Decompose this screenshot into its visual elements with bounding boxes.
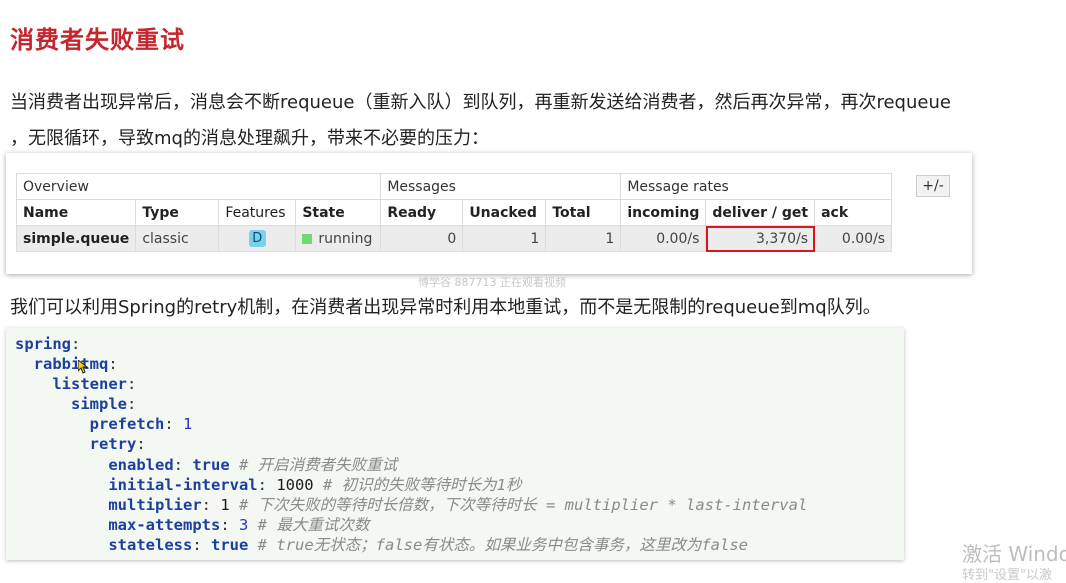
- column-toggle-button[interactable]: +/-: [916, 175, 950, 197]
- code-key-max-attempts: max-attempts: [108, 515, 221, 534]
- running-status-icon: [302, 233, 313, 244]
- col-features[interactable]: Features: [218, 199, 297, 226]
- queue-ack-rate: 0.00/s: [814, 225, 893, 252]
- intro-paragraph-line1: 当消费者出现异常后，消息会不断requeue（重新入队）到队列，再重新发送给消费…: [10, 92, 951, 113]
- durable-badge: D: [248, 230, 266, 247]
- code-comment-multiplier: # 下次失败的等待时长倍数，下次等待时长 = multiplier * last…: [239, 495, 808, 514]
- mouse-cursor-icon: [78, 360, 88, 374]
- queue-name-link[interactable]: simple.queue: [15, 225, 137, 252]
- code-comment-initial-interval: # 初识的失败等待时长为1秒: [322, 475, 522, 494]
- code-val-prefetch: 1: [182, 415, 193, 434]
- col-unacked[interactable]: Unacked: [462, 199, 547, 226]
- intro-paragraph-line2: ，无限循环，导致mq的消息处理飙升，带来不必要的压力：: [10, 128, 489, 149]
- code-comment-enabled: # 开启消费者失败重试: [239, 455, 398, 474]
- yaml-code-block: spring: rabbitmq: listener: simple: pref…: [6, 328, 904, 560]
- group-overview: Overview: [15, 173, 382, 200]
- code-key-retry: retry: [89, 435, 137, 454]
- col-ready[interactable]: Ready: [380, 199, 464, 226]
- queue-ready: 0: [380, 225, 464, 252]
- group-message-rates: Message rates: [620, 173, 893, 200]
- code-val-enabled: true: [192, 455, 230, 474]
- col-deliver-get[interactable]: deliver / get: [705, 199, 816, 226]
- code-key-enabled: enabled: [108, 455, 174, 474]
- code-key-listener: listener: [52, 375, 127, 394]
- retry-paragraph: 我们可以利用Spring的retry机制，在消费者出现异常时利用本地重试，而不是…: [10, 297, 881, 318]
- col-ack[interactable]: ack: [814, 199, 893, 226]
- col-total[interactable]: Total: [545, 199, 622, 226]
- queue-state-label: running: [318, 230, 373, 247]
- col-incoming[interactable]: incoming: [620, 199, 707, 226]
- queue-incoming-rate: 0.00/s: [620, 225, 707, 252]
- queue-unacked: 1: [462, 225, 547, 252]
- col-name[interactable]: Name: [15, 199, 137, 226]
- queue-state: running: [295, 225, 382, 252]
- page-title: 消费者失败重试: [10, 26, 185, 54]
- queue-deliver-get-rate: 3,370/s: [705, 225, 816, 252]
- table-row[interactable]: simple.queue classic D running 0 1 1 0.0…: [15, 225, 893, 252]
- code-key-multiplier: multiplier: [108, 495, 202, 514]
- queue-type: classic: [135, 225, 220, 252]
- video-watermark: 博学谷 887713 正在观看视频: [418, 276, 566, 289]
- col-state[interactable]: State: [295, 199, 382, 226]
- code-key-spring: spring: [15, 335, 71, 353]
- rabbitmq-queue-panel: Overview Messages Message rates Name Typ…: [6, 153, 972, 274]
- code-val-stateless: true: [211, 535, 249, 554]
- code-comment-stateless: # true无状态；false有状态。如果业务中包含事务，这里改为false: [257, 535, 748, 554]
- col-type[interactable]: Type: [135, 199, 220, 226]
- queue-total: 1: [545, 225, 622, 252]
- code-comment-max-attempts: # 最大重试次数: [257, 515, 370, 534]
- queue-features: D: [218, 225, 297, 252]
- code-val-max-attempts: 3: [238, 515, 249, 534]
- code-key-initial-interval: initial-interval: [108, 475, 258, 494]
- windows-activation-watermark: 激活 Windo: [962, 542, 1066, 566]
- code-key-rabbitmq: rabbitmq: [33, 355, 109, 374]
- code-key-stateless: stateless: [108, 535, 193, 554]
- code-key-simple: simple: [71, 395, 127, 414]
- queue-table: Overview Messages Message rates Name Typ…: [15, 173, 893, 252]
- code-key-prefetch: prefetch: [89, 415, 165, 434]
- group-messages: Messages: [380, 173, 622, 200]
- code-val-multiplier: 1: [220, 495, 230, 514]
- code-val-initial-interval: 1000: [276, 475, 314, 494]
